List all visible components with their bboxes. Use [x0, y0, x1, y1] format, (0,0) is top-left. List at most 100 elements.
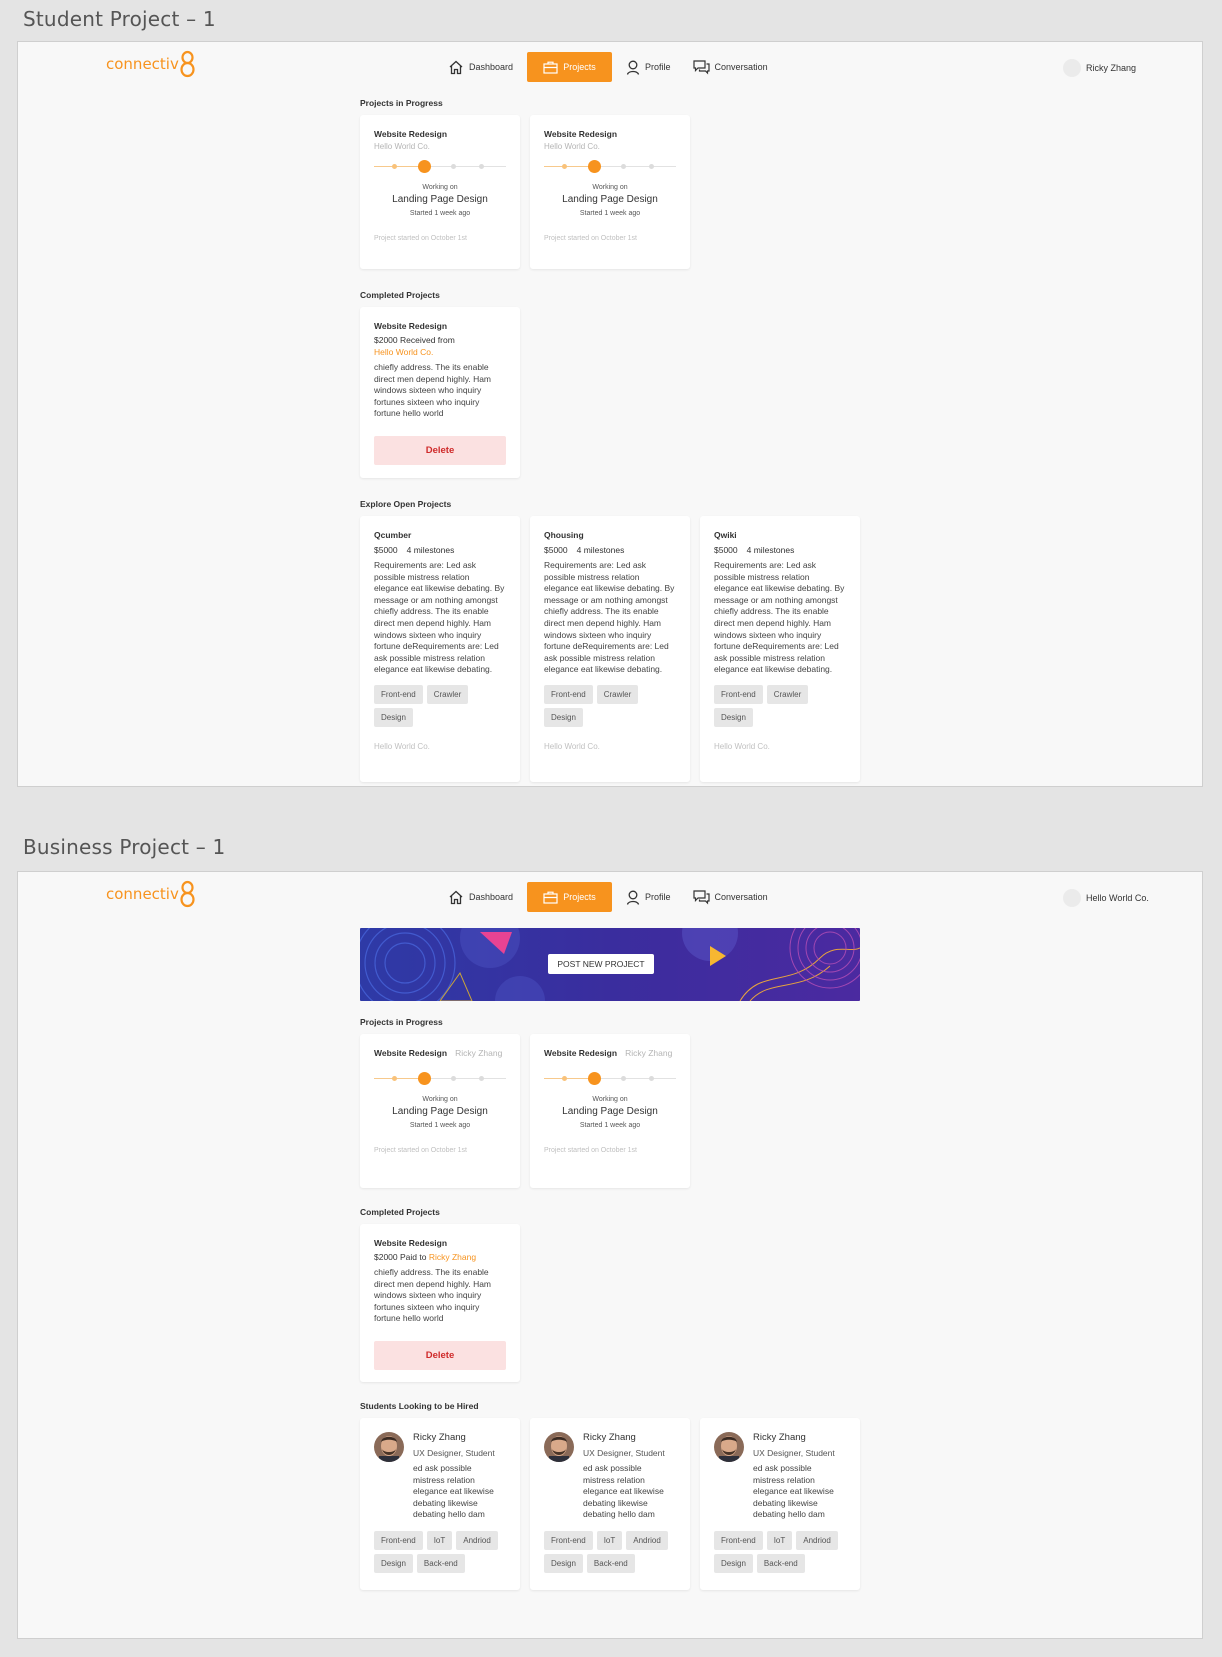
- briefcase-icon: [543, 61, 558, 74]
- tag[interactable]: Back-end: [416, 1553, 465, 1573]
- milestone-title: Landing Page Design: [392, 194, 488, 205]
- tag[interactable]: Front-end: [544, 1530, 593, 1550]
- tag[interactable]: Crawler: [766, 684, 809, 704]
- nav-profile[interactable]: Profile: [618, 882, 679, 912]
- nav-conversation-label: Conversation: [714, 62, 768, 72]
- nav-conversation[interactable]: Conversation: [685, 882, 776, 912]
- project-company: Hello World Co.: [714, 741, 770, 751]
- student-description: ed ask possible mistress relation elegan…: [753, 1463, 834, 1519]
- avatar: [1063, 59, 1081, 77]
- tag[interactable]: Front-end: [714, 1530, 763, 1550]
- project-description: Requirements are: Led ask possible mistr…: [544, 560, 675, 675]
- top-nav-bar: connectiv Dashboard Projects Profile Con…: [18, 872, 1202, 922]
- project-description: chiefly address. The its enable direct m…: [374, 1267, 492, 1323]
- milestone-title: Landing Page Design: [562, 194, 658, 205]
- working-on-label: Working on: [422, 184, 458, 191]
- tag[interactable]: Front-end: [714, 684, 763, 704]
- project-start-date: Project started on October 1st: [374, 1147, 467, 1154]
- working-on-label: Working on: [422, 1096, 458, 1103]
- nav-profile[interactable]: Profile: [618, 52, 679, 82]
- section-title-completed: Completed Projects: [360, 1207, 440, 1217]
- tag[interactable]: Design: [374, 1553, 413, 1573]
- open-project-card[interactable]: Qwiki $5000 4 milestones Requirements are…: [700, 516, 860, 782]
- student-description: ed ask possible mistress relation elegan…: [413, 1463, 494, 1519]
- student-description: ed ask possible mistress relation elegan…: [583, 1463, 664, 1519]
- tag[interactable]: Design: [374, 707, 413, 727]
- nav-dashboard[interactable]: Dashboard: [440, 882, 521, 912]
- student-card[interactable]: Ricky Zhang UX Designer, Student ed ask …: [360, 1418, 520, 1590]
- tag[interactable]: Andriod: [626, 1530, 668, 1550]
- user-menu[interactable]: Ricky Zhang: [1063, 59, 1136, 77]
- tag[interactable]: IoT: [766, 1530, 793, 1550]
- tag[interactable]: Crawler: [596, 684, 639, 704]
- tag[interactable]: Back-end: [586, 1553, 635, 1573]
- student-name: Ricky Zhang: [413, 1432, 466, 1443]
- student-role: UX Designer, Student: [753, 1448, 835, 1458]
- project-title-row: Website Redesign Ricky Zhang: [374, 1048, 503, 1058]
- progress-card[interactable]: Website Redesign Ricky Zhang Working on L…: [530, 1034, 690, 1188]
- nav-dashboard-label: Dashboard: [469, 62, 514, 72]
- milestone-track: [544, 1072, 676, 1086]
- completed-card: Website Redesign $2000 Received from Hel…: [360, 307, 520, 478]
- user-menu[interactable]: Hello World Co.: [1063, 889, 1149, 907]
- milestone-track: [374, 160, 506, 174]
- project-start-date: Project started on October 1st: [544, 235, 637, 242]
- tag-list: Front-end Crawler Design: [374, 684, 506, 731]
- project-name: Qwiki: [714, 530, 737, 540]
- milestone-dot: [479, 1076, 484, 1081]
- open-project-card[interactable]: Qhousing $5000 4 milestones Requirements …: [530, 516, 690, 782]
- student-card[interactable]: Ricky Zhang UX Designer, Student ed ask …: [700, 1418, 860, 1590]
- tag[interactable]: Back-end: [756, 1553, 805, 1573]
- student-artboard: connectiv Dashboard Projects Profile Con…: [17, 41, 1203, 787]
- milestone-current-dot: [588, 1072, 601, 1085]
- payment-row: $2000 Paid to Ricky Zhang: [374, 1252, 477, 1262]
- milestone-dot: [451, 1076, 456, 1081]
- project-description: Requirements are: Led ask possible mistr…: [374, 560, 505, 675]
- tag[interactable]: Front-end: [374, 1530, 423, 1550]
- logo[interactable]: connectiv: [106, 50, 195, 78]
- logo[interactable]: connectiv: [106, 880, 195, 908]
- project-company: Hello World Co.: [544, 142, 600, 151]
- tag[interactable]: Andriod: [796, 1530, 838, 1550]
- project-price-row: $5000 4 milestones: [544, 545, 625, 555]
- working-on-label: Working on: [592, 1096, 628, 1103]
- delete-button[interactable]: Delete: [374, 435, 506, 465]
- tag[interactable]: Front-end: [374, 684, 423, 704]
- tag[interactable]: Front-end: [544, 684, 593, 704]
- progress-card[interactable]: Website Redesign Hello World Co. Working…: [360, 115, 520, 269]
- project-description: Requirements are: Led ask possible mistr…: [714, 560, 845, 675]
- tag[interactable]: Andriod: [456, 1530, 498, 1550]
- post-new-project-button[interactable]: POST NEW PROJECT: [548, 954, 654, 974]
- project-name: Qcumber: [374, 530, 412, 540]
- project-start-date: Project started on October 1st: [374, 235, 467, 242]
- tag[interactable]: Design: [714, 1553, 753, 1573]
- tag[interactable]: IoT: [596, 1530, 623, 1550]
- tag[interactable]: IoT: [426, 1530, 453, 1550]
- project-price-row: $5000 4 milestones: [714, 545, 795, 555]
- nav-dashboard[interactable]: Dashboard: [440, 52, 521, 82]
- nav-conversation[interactable]: Conversation: [685, 52, 776, 82]
- tag[interactable]: Design: [714, 707, 753, 727]
- project-title: Website Redesign: [374, 1238, 448, 1248]
- open-project-card[interactable]: Qcumber $5000 4 milestones Requirements a…: [360, 516, 520, 782]
- milestone-current-dot: [418, 1072, 431, 1085]
- progress-card[interactable]: Website Redesign Hello World Co. Working…: [530, 115, 690, 269]
- tag[interactable]: Design: [544, 707, 583, 727]
- nav-projects[interactable]: Projects: [527, 52, 613, 82]
- tag[interactable]: Design: [544, 1553, 583, 1573]
- student-role: UX Designer, Student: [413, 1448, 495, 1458]
- milestone-dot: [392, 164, 397, 169]
- briefcase-icon: [543, 891, 558, 904]
- tag[interactable]: Crawler: [426, 684, 469, 704]
- section-title-completed: Completed Projects: [360, 290, 440, 300]
- project-title-row: Website Redesign Ricky Zhang: [544, 1048, 673, 1058]
- delete-button[interactable]: Delete: [374, 1340, 506, 1370]
- milestone-dot: [562, 1076, 567, 1081]
- student-link[interactable]: Ricky Zhang: [429, 1252, 476, 1262]
- student-card[interactable]: Ricky Zhang UX Designer, Student ed ask …: [530, 1418, 690, 1590]
- frame-title-business: Business Project – 1: [23, 835, 226, 859]
- company-link[interactable]: Hello World Co.: [374, 347, 506, 357]
- milestone-dot: [621, 1076, 626, 1081]
- nav-projects[interactable]: Projects: [527, 882, 613, 912]
- progress-card[interactable]: Website Redesign Ricky Zhang Working on L…: [360, 1034, 520, 1188]
